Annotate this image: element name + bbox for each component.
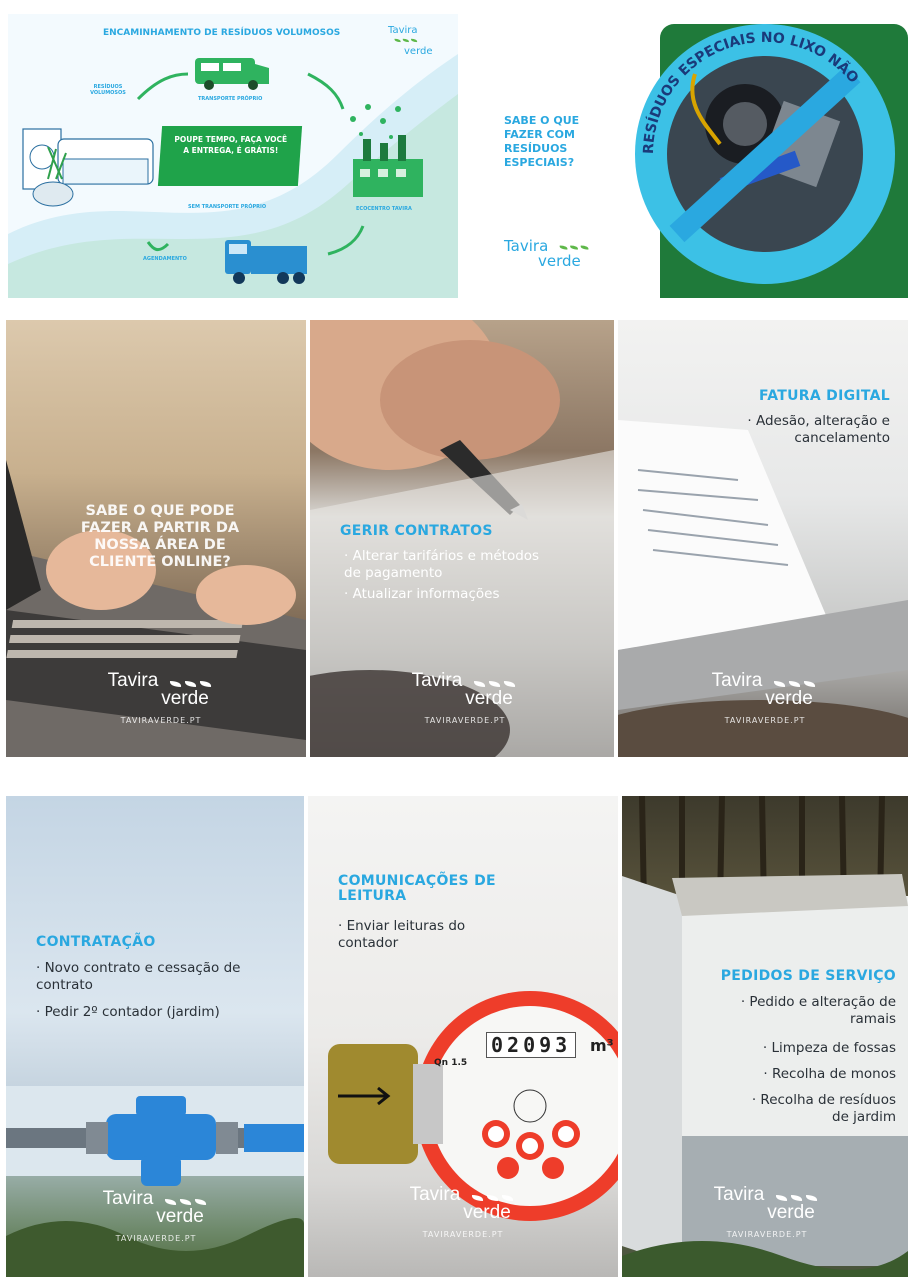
step-ecocentro-label: ECOCENTRO TAVIRA [356, 206, 412, 212]
service-requests-heading: PEDIDOS DE SERVIÇO [720, 968, 896, 984]
brand-tavira: Tavira [388, 25, 418, 36]
leaves-icon [393, 38, 419, 44]
brand-logo: Tavira verde TAVIRAVERDE.PT [690, 670, 840, 725]
brand-tavira: Tavira [411, 670, 463, 691]
meter-qn: Qn 1.5 [434, 1058, 468, 1068]
sofa-illustration [22, 128, 154, 207]
step-monos-label: RESÍDUOS VOLUMOSOS [90, 84, 126, 96]
tile-contracting[interactable]: CONTRATAÇÃO · Novo contrato e cessação d… [6, 796, 304, 1277]
step-pickup-label: SEM TRANSPORTE PRÓPRIO [188, 204, 267, 210]
tile-meter-readings[interactable]: 02093 m³ Qn 1.5 COMUNICAÇÕES DE LEITURA … [308, 796, 618, 1277]
brand-url: TAVIRAVERDE.PT [724, 716, 806, 725]
manage-contracts-heading: GERIR CONTRATOS [340, 523, 493, 539]
contracting-item-2: · Pedir 2º contador (jardim) [36, 1004, 220, 1020]
tile-service-requests[interactable]: PEDIDOS DE SERVIÇO · Pedido e alteração … [622, 796, 908, 1277]
brand-tavira: Tavira [711, 670, 763, 691]
leaves-decoration [350, 104, 401, 139]
special-waste-question: SABE O QUE FAZER COM RESÍDUOS ESPECIAIS? [504, 114, 580, 169]
step-scheduling-label: AGENDAMENTO [143, 256, 187, 262]
brand-url: TAVIRAVERDE.PT [120, 716, 202, 725]
infographic-title: ENCAMINHAMENTO DE RESÍDUOS VOLUMOSOS [103, 28, 341, 38]
brand-logo: Tavira verde TAVIRAVERDE.PT [692, 1184, 842, 1239]
cta-text: POUPE TEMPO, FAÇA VOCÊ A ENTREGA, É GRÁT… [174, 135, 288, 155]
no-special-waste-badge: RESÍDUOS ESPECIAIS NO LIXO NÃO [635, 24, 895, 284]
service-requests-item-2: · Limpeza de fossas [762, 1040, 896, 1056]
brand-verde: verde [404, 46, 433, 57]
service-requests-item-4: · Recolha de resíduos de jardim [751, 1092, 896, 1125]
contracting-heading: CONTRATAÇÃO [36, 934, 156, 950]
service-requests-item-1: · Pedido e alteração de ramais [740, 994, 896, 1027]
digital-invoice-heading: FATURA DIGITAL [758, 388, 890, 404]
manage-contracts-item-1: · Alterar tarifários e métodos de pagame… [344, 548, 540, 581]
brand-tavira: Tavira [713, 1184, 765, 1205]
tile-bulky-waste-infographic[interactable]: ENCAMINHAMENTO DE RESÍDUOS VOLUMOSOS Tav… [8, 14, 458, 298]
digital-invoice-item-1: · Adesão, alteração e cancelamento [747, 413, 890, 446]
meter-readings-item-1: · Enviar leituras do contador [338, 918, 466, 951]
brand-url: TAVIRAVERDE.PT [422, 1230, 504, 1239]
step-transport-label: TRANSPORTE PRÓPRIO [198, 96, 263, 102]
brand-logo: Tavira verde TAVIRAVERDE.PT [86, 670, 236, 725]
meter-unit: m³ [590, 1036, 614, 1055]
brand-logo: Tavira verde TAVIRAVERDE.PT [388, 1184, 538, 1239]
brand-tavira: Tavira [102, 1188, 154, 1209]
contracting-item-1: · Novo contrato e cessação de contrato [36, 960, 241, 993]
brand-logo: Tavira verde TAVIRAVERDE.PT [81, 1188, 231, 1243]
brand-verde: verde [538, 252, 581, 270]
cta-box[interactable]: POUPE TEMPO, FAÇA VOCÊ A ENTREGA, É GRÁT… [157, 126, 303, 186]
brand-url: TAVIRAVERDE.PT [424, 716, 506, 725]
brand-url: TAVIRAVERDE.PT [726, 1230, 808, 1239]
tile-manage-contracts[interactable]: GERIR CONTRATOS · Alterar tarifários e m… [310, 320, 614, 757]
meter-readings-heading: COMUNICAÇÕES DE LEITURA [338, 873, 496, 904]
van-icon [195, 58, 269, 90]
meter-reading-display: 02093 [486, 1032, 577, 1058]
leaves-icon [558, 241, 591, 252]
brand-tavira: Tavira [409, 1184, 461, 1205]
brand-tavira: Tavira [107, 670, 159, 691]
online-area-question: SABE O QUE PODE FAZER A PARTIR DA NOSSA … [80, 503, 240, 570]
brand-logo: Tavira verde [504, 239, 604, 269]
tile-special-waste[interactable]: SABE O QUE FAZER COM RESÍDUOS ESPECIAIS?… [490, 14, 908, 298]
truck-icon [225, 240, 307, 284]
meter-reading: 02093 [491, 1033, 572, 1057]
brand-url: TAVIRAVERDE.PT [115, 1234, 197, 1243]
brand-logo: Tavira verde TAVIRAVERDE.PT [390, 670, 540, 725]
manage-contracts-item-2: · Atualizar informações [344, 586, 500, 602]
brand-logo: Tavira verde [388, 26, 458, 57]
tile-online-area[interactable]: SABE O QUE PODE FAZER A PARTIR DA NOSSA … [6, 320, 306, 757]
tile-digital-invoice[interactable]: FATURA DIGITAL · Adesão, alteração e can… [618, 320, 908, 757]
service-requests-item-3: · Recolha de monos [763, 1066, 896, 1082]
